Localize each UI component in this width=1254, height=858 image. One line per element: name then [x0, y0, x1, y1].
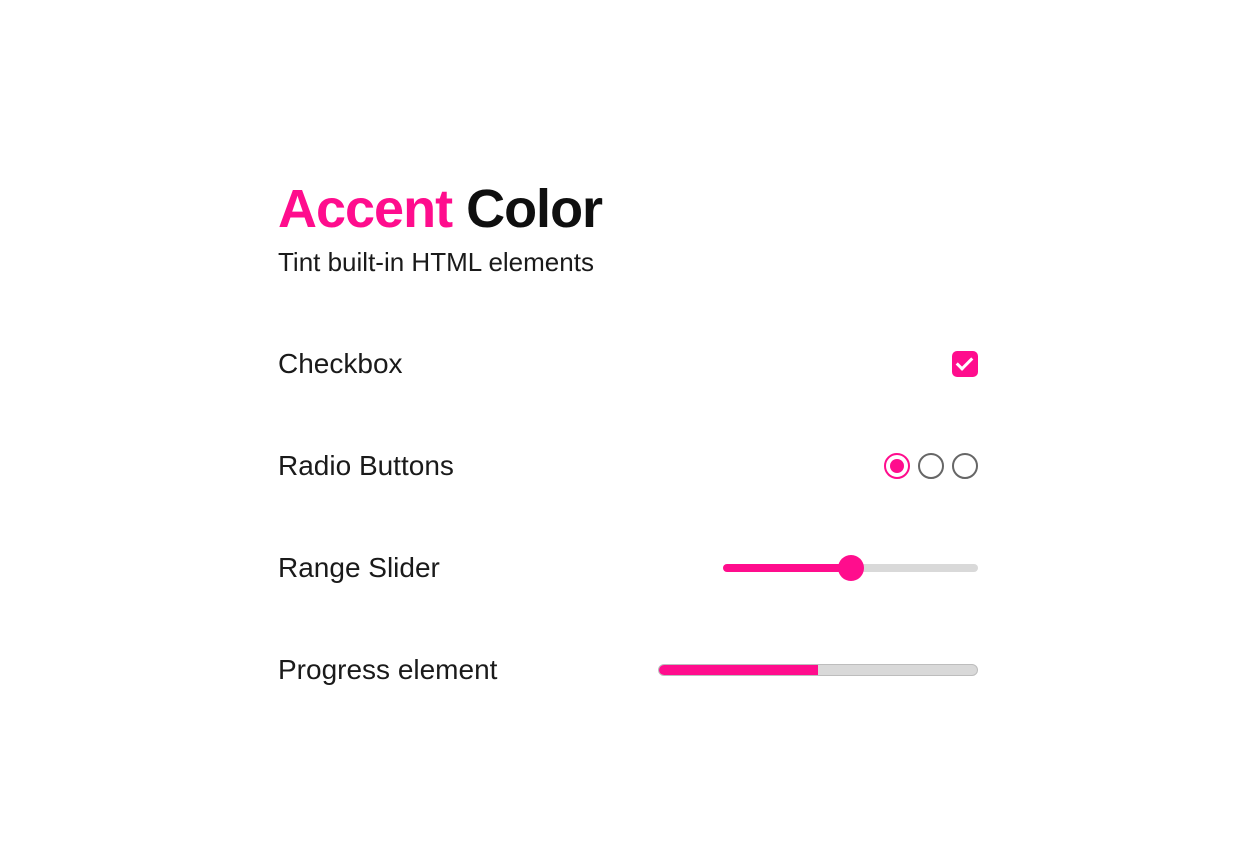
checkbox-row: Checkbox	[278, 348, 978, 380]
demo-container: Accent Color Tint built-in HTML elements…	[278, 180, 978, 686]
page-subtitle: Tint built-in HTML elements	[278, 247, 978, 278]
radio-option-3[interactable]	[952, 453, 978, 479]
title-word: Color	[466, 179, 602, 239]
radio-row: Radio Buttons	[278, 450, 978, 482]
range-label: Range Slider	[278, 552, 440, 584]
title-accent-word: Accent	[278, 179, 452, 239]
radio-option-2[interactable]	[918, 453, 944, 479]
radio-group	[884, 453, 978, 479]
checkbox-label: Checkbox	[278, 348, 403, 380]
radio-label: Radio Buttons	[278, 450, 454, 482]
page-title: Accent Color	[278, 180, 978, 239]
progress-row: Progress element	[278, 654, 978, 686]
range-row: Range Slider	[278, 552, 978, 584]
progress-label: Progress element	[278, 654, 497, 686]
radio-option-1[interactable]	[884, 453, 910, 479]
range-input[interactable]	[723, 564, 978, 572]
checkbox-input[interactable]	[952, 351, 978, 377]
progress-bar	[658, 664, 978, 676]
